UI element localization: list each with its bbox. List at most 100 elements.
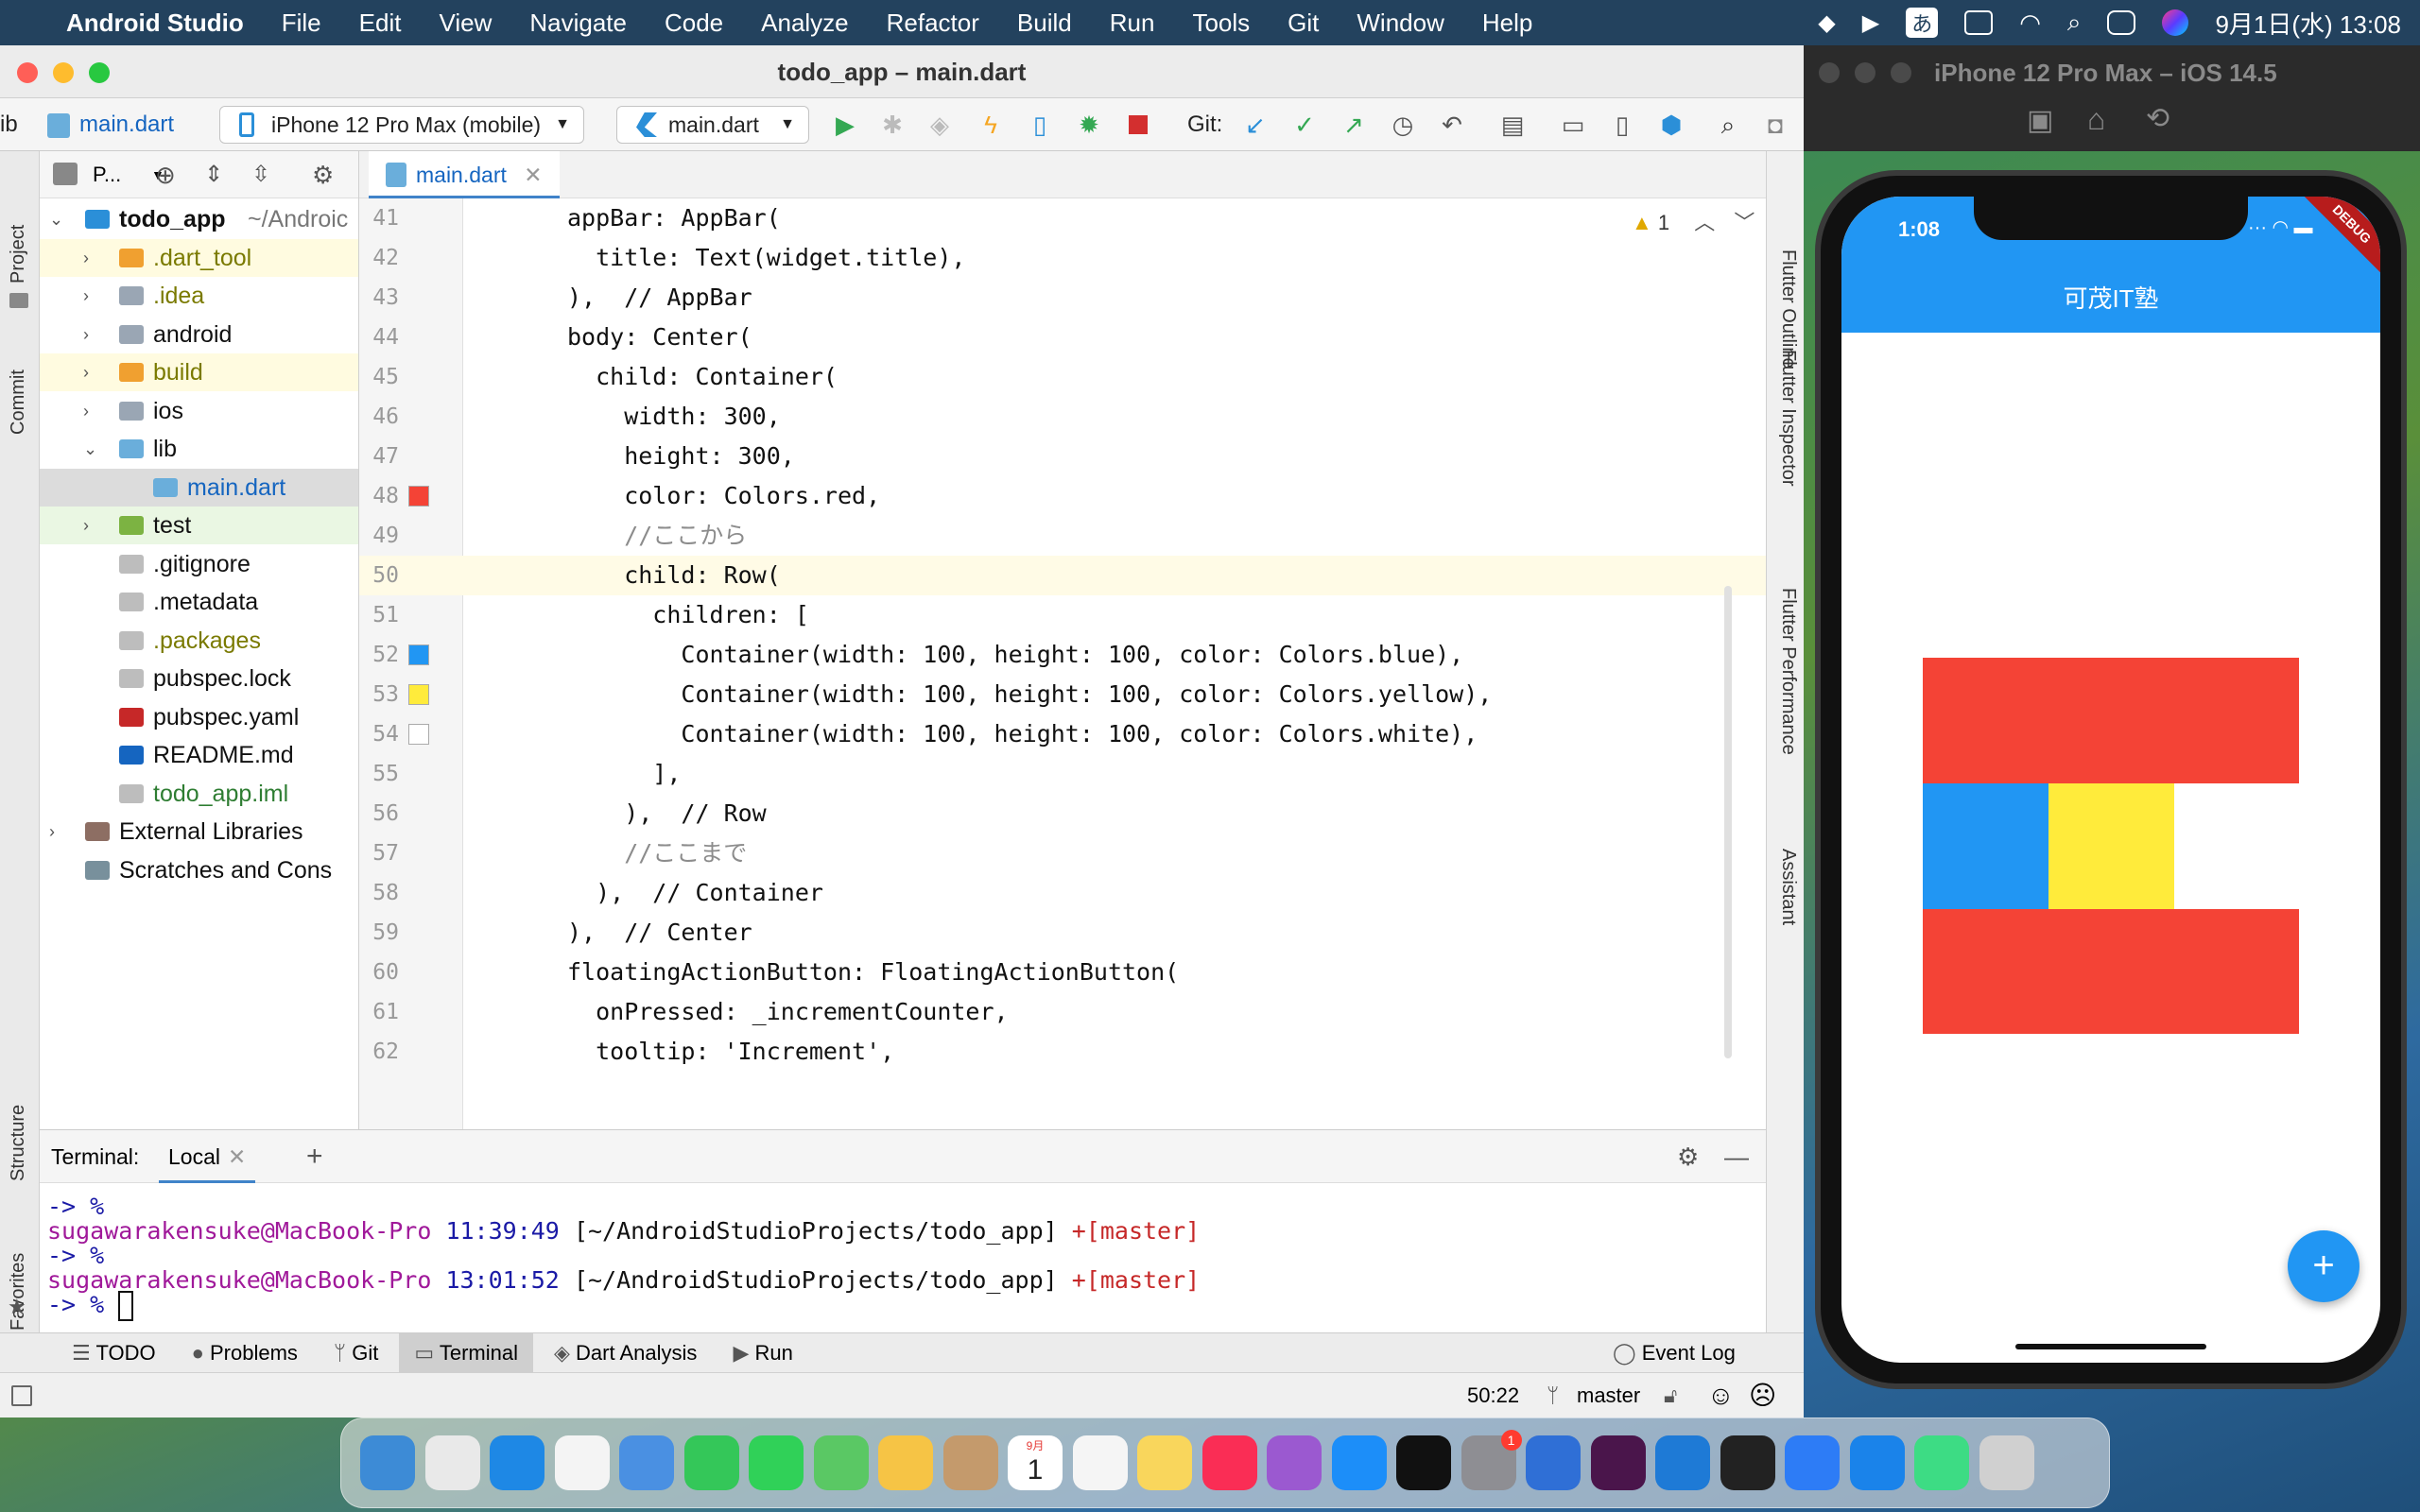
code-line[interactable]: 61 onPressed: _incrementCounter,: [359, 992, 1766, 1032]
editor-tab-main-dart[interactable]: main.dart ✕: [369, 151, 560, 198]
system-preferences-icon[interactable]: 1: [1461, 1430, 1522, 1490]
hot-reload-icon[interactable]: ϟ: [976, 110, 1006, 140]
terminal-output[interactable]: -> % sugawarakensuke@MacBook-Pro 11:39:4…: [40, 1183, 1766, 1333]
code-line[interactable]: 43), // AppBar: [359, 278, 1766, 318]
tree-item[interactable]: pubspec.yaml: [40, 698, 358, 736]
close-window-button[interactable]: [1819, 62, 1840, 83]
chevron-right-icon[interactable]: ›: [83, 353, 89, 391]
tree-item[interactable]: › ios: [40, 392, 358, 430]
git-history-icon[interactable]: ◷: [1388, 110, 1418, 140]
bottom-tab-dart-analysis[interactable]: ◈ Dart Analysis: [539, 1333, 712, 1373]
notes-icon[interactable]: [1137, 1435, 1192, 1490]
gear-icon[interactable]: ⚙: [312, 151, 334, 198]
code-line[interactable]: 60 floatingActionButton: FloatingActionBu…: [359, 953, 1766, 992]
menu-git[interactable]: Git: [1288, 9, 1319, 38]
tree-item[interactable]: README.md: [40, 736, 358, 774]
calendar-icon[interactable]: 9月 1: [1008, 1435, 1063, 1490]
code-line[interactable]: 53 Container(width: 100, height: 100, co…: [359, 675, 1766, 714]
home-indicator[interactable]: [2015, 1344, 2206, 1349]
git-update-icon[interactable]: ↙: [1240, 110, 1270, 140]
hot-restart-icon[interactable]: ▯: [1025, 110, 1055, 140]
bottom-tab-git[interactable]: ᛘ Git: [319, 1333, 393, 1373]
code-line[interactable]: 52 Container(width: 100, height: 100, co…: [359, 635, 1766, 675]
facetime-icon[interactable]: [683, 1435, 739, 1490]
menu-run[interactable]: Run: [1110, 9, 1155, 38]
tree-item[interactable]: pubspec.lock: [40, 660, 358, 697]
project-view-dropdown[interactable]: P...: [93, 151, 121, 198]
code-line[interactable]: 47 height: 300,: [359, 437, 1766, 476]
tv-icon[interactable]: [1396, 1435, 1451, 1490]
code-area[interactable]: 41 appBar: AppBar(42 title: Text(widget.t…: [359, 198, 1766, 1129]
tree-item[interactable]: todo_app.iml: [40, 775, 358, 813]
menu-analyze[interactable]: Analyze: [761, 9, 849, 38]
code-line[interactable]: 44 body: Center(: [359, 318, 1766, 357]
structure-side-tab[interactable]: Structure: [8, 1105, 29, 1181]
search-everywhere-icon[interactable]: ⌕: [1713, 110, 1743, 140]
close-tab-icon[interactable]: ✕: [524, 163, 542, 187]
siri-icon[interactable]: [2162, 9, 2189, 36]
xcode-icon[interactable]: [1849, 1435, 1905, 1490]
commit-side-tab[interactable]: Commit: [8, 369, 29, 435]
minimize-window-button[interactable]: [53, 62, 74, 83]
rotate-icon[interactable]: ⟲: [2146, 102, 2169, 135]
code-line[interactable]: 45 child: Container(: [359, 357, 1766, 397]
minimize-window-button[interactable]: [1855, 62, 1876, 83]
menu-file[interactable]: File: [282, 9, 321, 38]
hide-panel-icon[interactable]: —: [1724, 1130, 1749, 1183]
input-method-indicator[interactable]: あ: [1906, 8, 1939, 38]
close-tab-icon[interactable]: ✕: [228, 1144, 246, 1169]
music-icon[interactable]: [1201, 1435, 1257, 1490]
code-line[interactable]: 54 Container(width: 100, height: 100, co…: [359, 714, 1766, 754]
chevron-right-icon[interactable]: ›: [49, 813, 55, 850]
chevron-down-icon[interactable]: ⌄: [49, 200, 63, 238]
wifi-icon[interactable]: ◠: [2019, 9, 2041, 38]
run-config-dropdown[interactable]: main.dart ▼: [616, 106, 809, 144]
bottom-tab-problems[interactable]: ● Problems: [177, 1333, 313, 1373]
device-manager-icon[interactable]: ▯: [1607, 110, 1637, 140]
app-store-icon[interactable]: [1331, 1435, 1387, 1490]
safari-icon[interactable]: [490, 1435, 544, 1490]
profile-icon[interactable]: ✹: [1074, 110, 1104, 140]
code-line[interactable]: 58 ), // Container: [359, 873, 1766, 913]
tree-item[interactable]: › test: [40, 507, 358, 544]
chevron-right-icon[interactable]: ›: [83, 239, 89, 277]
android-studio-icon[interactable]: [1914, 1435, 1969, 1490]
chrome-icon[interactable]: [554, 1435, 610, 1490]
tree-item[interactable]: .metadata: [40, 583, 358, 621]
bottom-tab-run[interactable]: ▶ Run: [717, 1333, 807, 1373]
tree-item[interactable]: .packages: [40, 622, 358, 660]
device-selector-dropdown[interactable]: iPhone 12 Pro Max (mobile) ▼: [219, 106, 584, 144]
chevron-right-icon[interactable]: ›: [83, 316, 89, 353]
activity-monitor-icon[interactable]: [1720, 1435, 1775, 1490]
menu-navigate[interactable]: Navigate: [529, 9, 627, 38]
battery-icon[interactable]: [1964, 10, 1994, 35]
tree-item[interactable]: › .idea: [40, 277, 358, 315]
new-terminal-tab-icon[interactable]: +: [306, 1130, 323, 1183]
code-line[interactable]: 62 tooltip: 'Increment',: [359, 1032, 1766, 1072]
event-log-tab[interactable]: ◯ Event Log: [1613, 1333, 1736, 1373]
terminal-tab-local[interactable]: Local ✕: [159, 1130, 256, 1183]
maps-icon[interactable]: [813, 1435, 869, 1490]
color-swatch-icon[interactable]: [408, 724, 429, 745]
photos-icon[interactable]: [878, 1435, 933, 1490]
code-line[interactable]: 57 //ここまで: [359, 833, 1766, 873]
run-icon[interactable]: ▶: [830, 110, 860, 140]
code-line[interactable]: 59), // Center: [359, 913, 1766, 953]
tree-item[interactable]: main.dart: [40, 468, 358, 507]
tree-item[interactable]: › External Libraries: [40, 813, 358, 850]
lock-icon[interactable]: 🔓︎: [1664, 1373, 1677, 1418]
code-line[interactable]: 46 width: 300,: [359, 397, 1766, 437]
menu-app-name[interactable]: Android Studio: [66, 9, 244, 38]
menu-help[interactable]: Help: [1482, 9, 1532, 38]
code-line[interactable]: 56 ), // Row: [359, 794, 1766, 833]
happy-feedback-icon[interactable]: ☺: [1707, 1373, 1735, 1418]
messages-icon[interactable]: [749, 1435, 804, 1490]
account-icon[interactable]: ◘: [1760, 110, 1790, 140]
color-swatch-icon[interactable]: [408, 486, 429, 507]
tool-window-toggle-icon[interactable]: [11, 1385, 32, 1406]
dropbox-icon[interactable]: ◆: [1818, 9, 1835, 37]
chevron-down-icon[interactable]: ⌄: [83, 430, 97, 468]
code-line[interactable]: 50 child: Row(: [359, 556, 1766, 595]
code-line[interactable]: 49 //ここから: [359, 516, 1766, 556]
gear-icon[interactable]: ⚙: [1677, 1130, 1699, 1183]
